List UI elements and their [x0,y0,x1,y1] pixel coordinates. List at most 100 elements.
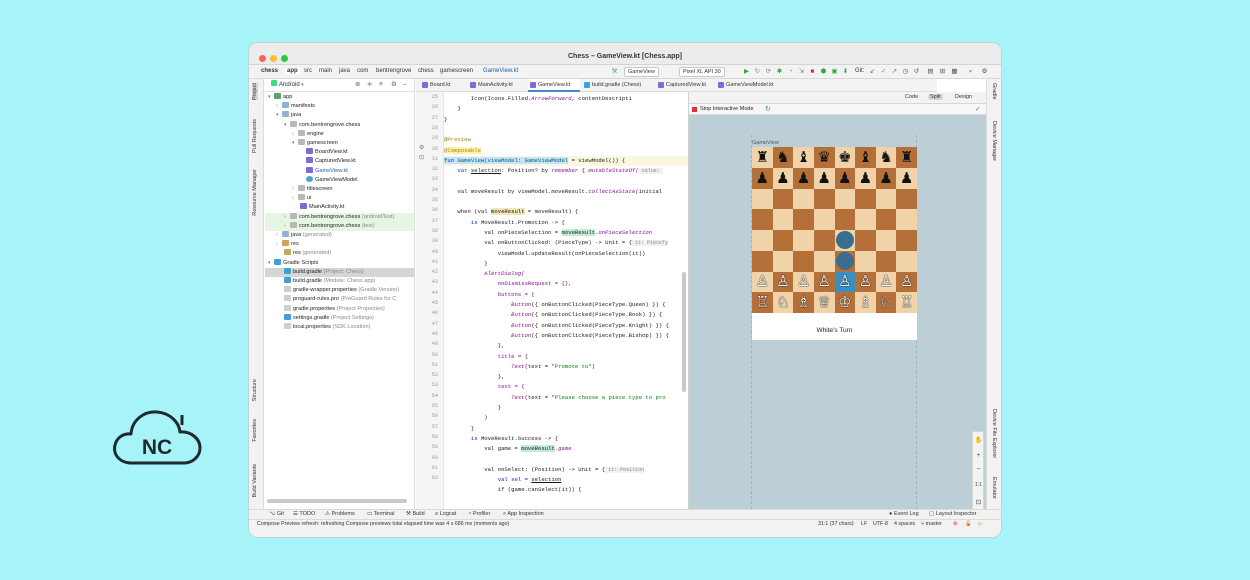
search-icon[interactable]: ⌕ [967,68,974,75]
breadcrumb-chess[interactable]: chess [261,68,278,74]
move-hint-marker[interactable] [835,252,854,271]
tree-item-titlescreen[interactable]: › titlescreen [265,185,414,194]
tree-item-boardview[interactable]: BoardView.kt [265,148,414,157]
board-square-e3[interactable] [834,250,856,272]
board-square-f1[interactable]: ♗ [855,292,876,313]
breadcrumb-bentrengrove[interactable]: bentrengrove [376,68,411,74]
project-structure-icon[interactable]: ▦ [951,68,958,75]
code-mode-button[interactable]: Code [903,94,920,100]
board-square-a4[interactable] [752,230,773,251]
board-square-h4[interactable] [896,230,917,251]
tree-item-app[interactable]: ▾ app [265,93,414,102]
lock-icon[interactable]: 🔓 [965,521,972,527]
board-square-f3[interactable] [855,250,876,272]
board-square-f4[interactable] [855,230,876,251]
board-square-e4[interactable] [834,230,856,251]
zoom-to-fit-icon[interactable]: ⊡ [973,498,984,506]
git-tool-button[interactable]: ⌥ Git [269,511,284,517]
tab-gameviewmodel[interactable]: GameViewModel.kt [716,79,786,92]
tree-item-gameviewmodel[interactable]: GameViewModel [265,175,414,185]
tree-item-res-generated[interactable]: res (generated) [265,249,414,258]
profiler-tool-button[interactable]: ◔ Profiler [468,511,490,517]
board-square-b1[interactable]: ♘ [772,292,794,313]
expand-all-icon[interactable]: ≑ [367,79,372,91]
board-square-d8[interactable]: ♛ [813,147,835,168]
caret-position[interactable]: 31:1 (37 chars) [818,521,854,527]
board-square-c6[interactable] [793,188,814,210]
breadcrumb-gamescreen[interactable]: gamescreen [440,68,473,74]
tree-item-engine[interactable]: › engine [265,129,414,139]
tree-item-local-properties[interactable]: local.properties (SDK Location) [265,323,414,332]
board-square-b7[interactable]: ♟ [772,167,794,189]
tree-item-androidtest[interactable]: › com.bentrengrove.chess (androidTest) [265,212,414,222]
stop-icon[interactable]: ■ [809,68,816,75]
tree-item-gamescreen[interactable]: ▾ gamescreen [265,139,414,148]
tree-item-build-gradle-project[interactable]: build.gradle (Project: Chess) [265,267,414,277]
hide-panel-icon[interactable]: – [403,79,407,91]
board-square-g1[interactable]: ♘ [875,292,897,313]
apply-code-icon[interactable]: ⟳ [765,68,772,75]
board-square-b2[interactable]: ♙ [772,271,794,293]
pull-requests-tool-tab[interactable]: Pull Requests [252,119,258,153]
breadcrumb-app[interactable]: app [285,68,300,74]
event-log-tool-button[interactable]: ● Event Log [889,511,919,517]
terminal-tool-button[interactable]: ▭ Terminal [367,511,394,517]
board-square-e2[interactable]: ♙ [834,271,856,293]
run-preview-icon[interactable]: ⊡ [419,154,424,161]
board-square-h8[interactable]: ♜ [896,147,917,168]
git-push-icon[interactable]: ↗ [891,68,898,75]
device-file-explorer-tool-tab[interactable]: Device File Explorer [991,409,997,458]
board-square-a3[interactable] [752,250,773,272]
line-separator[interactable]: LF [861,521,867,527]
resource-manager-tool-tab[interactable]: Resource Manager [252,169,258,216]
face-icon[interactable]: ☺ [977,521,982,527]
hammer-icon[interactable]: ⚒ [611,68,618,75]
git-rollback-icon[interactable]: ↺ [913,68,920,75]
board-square-b3[interactable] [772,250,794,272]
breadcrumb-gameview[interactable]: GameView.kt [483,68,518,74]
tab-gameview[interactable]: GameView.kt [528,79,580,92]
board-square-d3[interactable] [813,250,835,272]
stop-interactive-mode-button[interactable]: Stop Interactive Mode [700,106,754,112]
board-square-h5[interactable] [896,209,917,230]
breadcrumb-java[interactable]: java [339,68,350,74]
board-square-b5[interactable] [772,209,794,230]
tree-item-manifests[interactable]: › manifests [265,102,414,111]
attach-debugger-icon[interactable]: ⇲ [798,68,805,75]
editor-vertical-scrollbar[interactable] [682,272,686,392]
board-square-g6[interactable] [875,188,897,210]
tab-capturedview[interactable]: CapturedView.kt [656,79,714,92]
sync-gradle-icon[interactable]: ⬢ [820,68,827,75]
board-square-a5[interactable] [752,209,773,230]
board-square-c7[interactable]: ♟ [793,167,814,189]
collapse-all-icon[interactable]: ≡ [379,79,383,91]
board-square-g5[interactable] [875,209,897,230]
layout-inspector-tool-button[interactable]: ▢ Layout Inspector [929,511,976,517]
board-square-a7[interactable]: ♟ [752,167,773,189]
board-square-d6[interactable] [813,188,835,210]
board-square-c5[interactable] [793,209,814,230]
zoom-in-button[interactable]: + [973,452,984,459]
move-hint-marker[interactable] [835,231,854,250]
git-history-icon[interactable]: ◷ [902,68,909,75]
board-square-a2[interactable]: ♙ [752,271,773,293]
tree-item-ui[interactable]: › ui [265,194,414,203]
board-square-c4[interactable] [793,230,814,251]
device-mirror-icon[interactable]: ▤ [927,68,934,75]
tree-item-gradle-properties[interactable]: gradle.properties (Project Properties) [265,304,414,314]
board-square-g4[interactable] [875,230,897,251]
breadcrumb-chess-pkg[interactable]: chess [418,68,434,74]
tree-item-gameview[interactable]: GameView.kt [265,166,414,176]
tree-item-res[interactable]: › res [265,240,414,249]
tree-item-test[interactable]: › com.bentrengrove.chess (test) [265,221,414,231]
preview-canvas[interactable]: GameView ♜ ♞ ♝ ♛ ♚ ♝ ♞ ♜ ♟ ♟ ♟ ♟ ♟ ♟ ♟ ♟ ♙ ♙ ♙ ♙ ♙ ♙ ♙ ♙ ♖ ♘ ♗ ♕ ♔ ♗ ♘… [689,115,987,515]
device-select[interactable]: Pixel XL API 30 [679,67,725,77]
tree-item-java-generated[interactable]: › java (generated) [265,231,414,240]
board-square-h7[interactable]: ♟ [896,167,917,189]
board-square-h2[interactable]: ♙ [896,271,917,293]
emulator-tool-tab[interactable]: Emulator [991,477,997,499]
device-manager-tool-tab[interactable]: Device Manager [991,121,997,161]
board-square-h3[interactable] [896,250,917,272]
board-square-b4[interactable] [772,230,794,251]
board-square-g3[interactable] [875,250,897,272]
